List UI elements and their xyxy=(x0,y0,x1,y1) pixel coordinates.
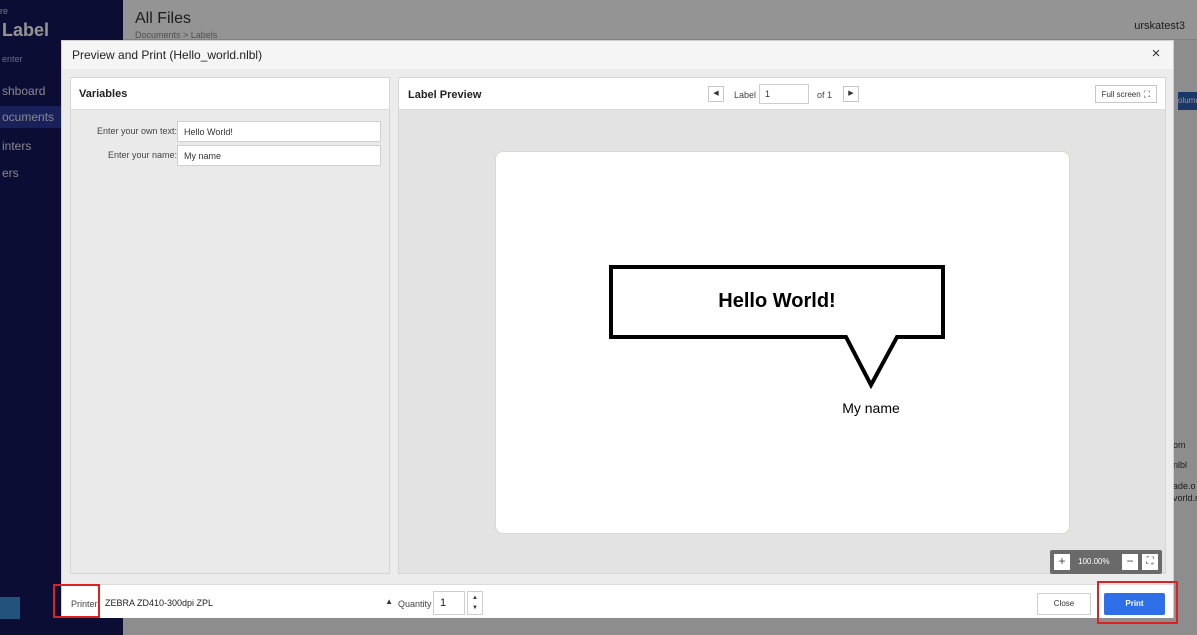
quantity-input[interactable]: 1 xyxy=(433,591,465,615)
label-page-input[interactable]: 1 xyxy=(759,84,809,104)
dialog-footer: Printer ZEBRA ZD410-300dpi ZPL ▲ Quantit… xyxy=(62,584,1173,618)
own-text-input[interactable]: Hello World! xyxy=(177,121,381,142)
zoom-controls: + 100.00% − ⛶ xyxy=(1050,550,1162,574)
preview-header: Label Preview ◀ Label 1 of 1 ▶ Full scre… xyxy=(399,78,1165,110)
close-icon[interactable]: × xyxy=(1147,45,1165,63)
variables-heading: Variables xyxy=(71,78,389,110)
variable-row: Enter your own text: Hello World! xyxy=(71,121,389,143)
printer-value: ZEBRA ZD410-300dpi ZPL xyxy=(105,598,214,608)
label-name-text: My name xyxy=(842,400,900,416)
preview-print-dialog: Preview and Print (Hello_world.nlbl) × V… xyxy=(61,40,1174,618)
previous-label-button[interactable]: ◀ xyxy=(708,86,724,102)
speech-bubble-shape xyxy=(609,265,945,390)
variable-label: Enter your own text: xyxy=(96,126,177,136)
name-input[interactable]: My name xyxy=(177,145,381,166)
full-screen-label: Full screen xyxy=(1101,90,1141,99)
next-label-button[interactable]: ▶ xyxy=(843,86,859,102)
close-button[interactable]: Close xyxy=(1037,593,1091,615)
dialog-header: Preview and Print (Hello_world.nlbl) × xyxy=(62,41,1173,69)
quantity-label: Quantity xyxy=(398,599,432,609)
printer-highlight-box xyxy=(53,584,100,618)
quantity-stepper[interactable]: ▲ ▼ xyxy=(467,591,483,615)
chevron-right-icon: ▶ xyxy=(848,90,854,97)
stepper-down-icon[interactable]: ▼ xyxy=(468,605,482,611)
chevron-left-icon: ◀ xyxy=(713,90,719,97)
print-highlight-box xyxy=(1097,581,1178,624)
caret-up-icon: ▲ xyxy=(385,597,393,606)
label-page-count: of 1 xyxy=(817,90,833,100)
variable-label: Enter your name: xyxy=(107,150,177,160)
zoom-out-button[interactable]: − xyxy=(1122,554,1138,570)
fit-icon: ⛶ xyxy=(1146,556,1154,567)
variable-row: Enter your name: My name xyxy=(71,145,389,167)
label-bubble-text: Hello World! xyxy=(718,290,836,312)
zoom-in-button[interactable]: + xyxy=(1054,554,1070,570)
label-word: Label xyxy=(734,90,757,100)
full-screen-button[interactable]: Full screen ⛶ xyxy=(1094,85,1157,103)
label-canvas: Hello World! My name xyxy=(495,151,1070,534)
label-preview-panel: Label Preview ◀ Label 1 of 1 ▶ Full scre… xyxy=(398,77,1166,574)
fit-to-window-button[interactable]: ⛶ xyxy=(1142,554,1158,570)
fullscreen-icon: ⛶ xyxy=(1143,89,1150,99)
preview-heading: Label Preview xyxy=(408,89,482,101)
variables-panel: Variables Enter your own text: Hello Wor… xyxy=(70,77,390,574)
stepper-up-icon[interactable]: ▲ xyxy=(468,595,482,601)
printer-select[interactable]: ZEBRA ZD410-300dpi ZPL ▲ xyxy=(101,593,397,613)
dialog-title: Preview and Print (Hello_world.nlbl) xyxy=(72,48,263,62)
zoom-level: 100.00% xyxy=(1078,557,1110,566)
